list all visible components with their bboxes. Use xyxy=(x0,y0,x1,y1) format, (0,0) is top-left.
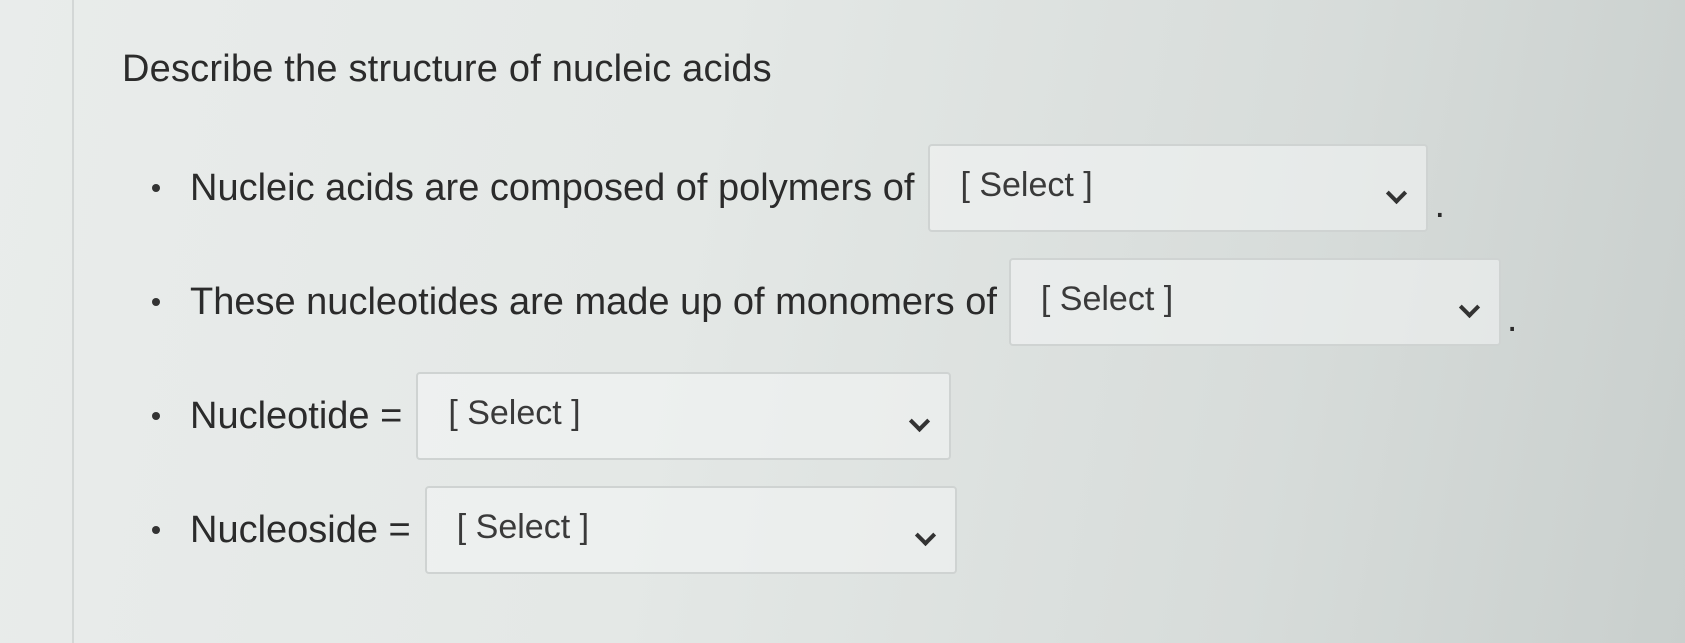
monomer-select[interactable]: [ Select ] xyxy=(1008,258,1501,346)
list-item: Nucleic acids are composed of polymers o… xyxy=(122,143,1622,233)
select-value: [ Select ] xyxy=(448,394,581,432)
chevron-down-icon xyxy=(914,524,936,547)
polymer-select[interactable]: [ Select ] xyxy=(928,144,1429,232)
bullet xyxy=(152,298,160,306)
list-item: Nucleotide = [ Select ] xyxy=(122,371,1622,461)
sentence-period: . xyxy=(1506,298,1518,340)
select-value: [ Select ] xyxy=(456,508,590,546)
item-text: Nucleoside = xyxy=(190,508,411,551)
list-item: Nucleoside = [ Select ] xyxy=(122,485,1622,575)
item-text: Nucleic acids are composed of polymers o… xyxy=(190,166,915,209)
bullet xyxy=(152,184,160,192)
select-value: [ Select ] xyxy=(960,166,1093,204)
bullet xyxy=(152,526,160,534)
nucleotide-select[interactable]: [ Select ] xyxy=(416,372,952,460)
sentence-period: . xyxy=(1434,184,1445,226)
chevron-down-icon xyxy=(909,410,931,433)
list-item: These nucleotides are made up of monomer… xyxy=(122,257,1622,347)
nucleoside-select[interactable]: [ Select ] xyxy=(424,486,957,574)
item-text: Nucleotide = xyxy=(190,394,403,437)
question-block: Describe the structure of nucleic acids … xyxy=(122,48,1622,599)
page-divider xyxy=(72,0,74,643)
question-title: Describe the structure of nucleic acids xyxy=(122,48,772,90)
item-text: These nucleotides are made up of monomer… xyxy=(190,280,997,323)
select-value: [ Select ] xyxy=(1040,280,1174,318)
chevron-down-icon xyxy=(1458,296,1480,319)
bullet xyxy=(152,412,160,420)
chevron-down-icon xyxy=(1386,182,1408,205)
